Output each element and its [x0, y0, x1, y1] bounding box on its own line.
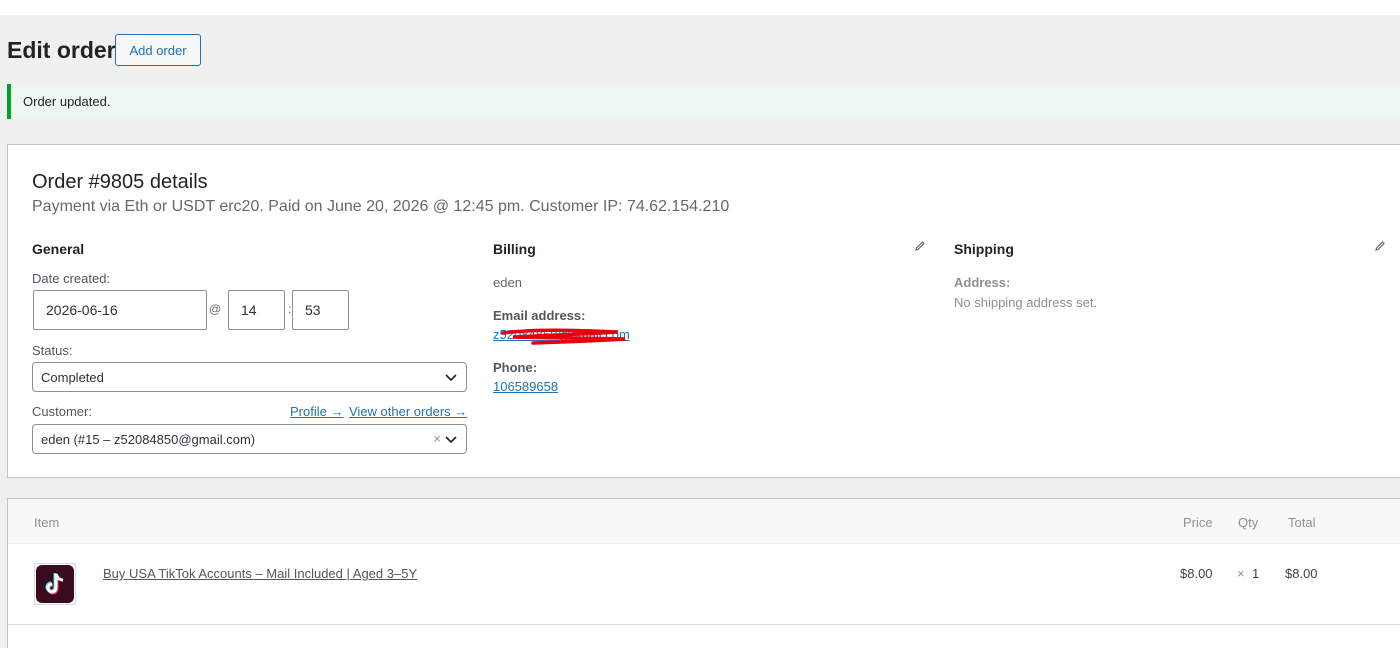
order-payment-meta: Payment via Eth or USDT erc20. Paid on J…	[32, 198, 730, 215]
tiktok-logo-icon	[36, 565, 74, 603]
date-created-label: Date created:	[32, 271, 111, 286]
customer-select[interactable]: eden (#15 – z52084850@gmail.com) ×	[32, 424, 467, 454]
customer-value: eden (#15 – z52084850@gmail.com)	[41, 431, 256, 447]
order-updated-notice: Order updated.	[7, 84, 1400, 119]
order-title: Order #9805 details	[32, 171, 208, 193]
date-created-input[interactable]: 2026-06-16	[33, 290, 207, 330]
red-redaction-scribble	[501, 328, 626, 345]
clear-customer-icon[interactable]: ×	[433, 431, 441, 446]
edit-billing-pencil-icon[interactable]	[914, 240, 926, 252]
status-value: Completed	[41, 369, 104, 385]
billing-email-redacted-area: z52084850@gmail.com	[493, 327, 633, 345]
status-select[interactable]: Completed	[32, 362, 467, 392]
general-heading: General	[32, 241, 85, 257]
items-table-header: Item Price Qty Total	[8, 499, 1400, 544]
admin-top-strip	[0, 0, 1400, 15]
hour-input[interactable]: 14	[228, 290, 285, 330]
order-details-panel: Order #9805 details Payment via Eth or U…	[7, 144, 1400, 478]
billing-phone-link[interactable]: 106589658	[493, 379, 558, 394]
shipping-address-label: Address:	[954, 275, 1011, 290]
price-column-header: Price	[1183, 515, 1213, 530]
qty-column-header: Qty	[1238, 515, 1259, 530]
billing-name: eden	[493, 275, 522, 290]
at-separator: @	[209, 302, 222, 316]
billing-heading: Billing	[493, 241, 536, 257]
shipping-heading: Shipping	[954, 241, 1014, 257]
chevron-down-icon	[445, 374, 457, 382]
customer-label: Customer:	[32, 404, 92, 419]
billing-email-label: Email address:	[493, 308, 586, 323]
total-column-header: Total	[1288, 515, 1316, 530]
minute-input[interactable]: 53	[292, 290, 349, 330]
product-thumbnail[interactable]	[34, 563, 76, 605]
shipping-address-value: No shipping address set.	[954, 295, 1098, 310]
item-column-header: Item	[34, 515, 60, 530]
chevron-down-icon	[445, 436, 457, 444]
notice-text: Order updated.	[23, 94, 111, 109]
billing-phone-label: Phone:	[493, 360, 538, 375]
item-qty: 1	[1252, 566, 1260, 581]
customer-profile-link[interactable]: Profile →	[290, 404, 343, 419]
edit-shipping-pencil-icon[interactable]	[1374, 240, 1386, 252]
row-divider	[8, 624, 1400, 625]
qty-multiplier: ×	[1237, 566, 1245, 581]
add-order-button[interactable]: Add order	[115, 34, 201, 66]
status-label: Status:	[32, 343, 73, 358]
item-total: $8.00	[1285, 566, 1318, 581]
item-price: $8.00	[1180, 566, 1213, 581]
view-other-orders-link[interactable]: View other orders →	[349, 404, 467, 419]
product-name-link[interactable]: Buy USA TikTok Accounts – Mail Included …	[103, 566, 417, 581]
order-items-panel: Item Price Qty Total Buy USA TikTok Acco…	[7, 498, 1400, 648]
page-title: Edit order	[7, 37, 116, 63]
colon-separator: :	[288, 302, 292, 316]
